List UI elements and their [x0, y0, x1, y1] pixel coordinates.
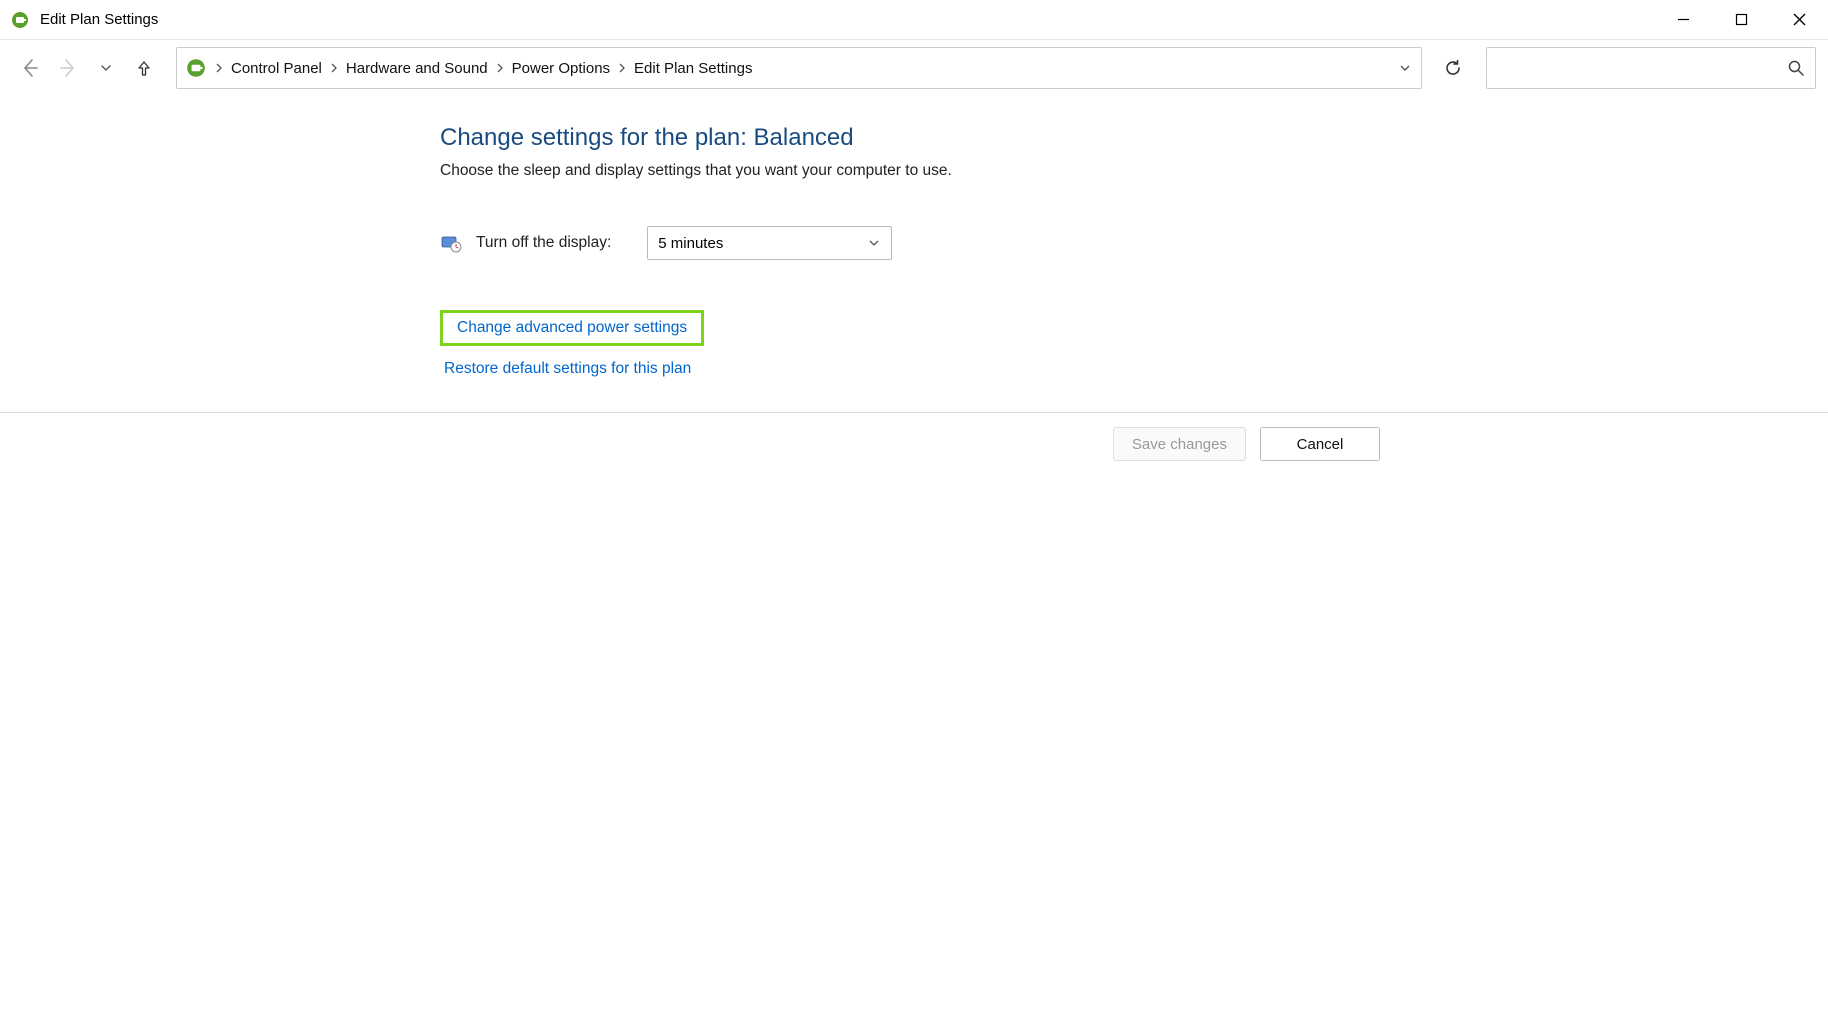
chevron-down-icon [867, 236, 881, 250]
breadcrumb-control-panel[interactable]: Control Panel [229, 56, 324, 81]
chevron-right-icon[interactable] [324, 58, 344, 78]
back-button[interactable] [12, 50, 48, 86]
advanced-link-highlight: Change advanced power settings [440, 310, 704, 346]
display-off-row: Turn off the display: 5 minutes [440, 226, 1340, 260]
cancel-button[interactable]: Cancel [1260, 427, 1380, 461]
change-advanced-link[interactable]: Change advanced power settings [453, 317, 691, 339]
minimize-button[interactable] [1654, 0, 1712, 39]
forward-button[interactable] [50, 50, 86, 86]
display-off-label: Turn off the display: [476, 234, 611, 252]
breadcrumb-edit-plan-settings[interactable]: Edit Plan Settings [632, 56, 754, 81]
title-bar: Edit Plan Settings [0, 0, 1828, 40]
breadcrumb-power-options[interactable]: Power Options [510, 56, 612, 81]
display-off-value: 5 minutes [658, 235, 723, 252]
address-history-button[interactable] [1389, 52, 1421, 84]
power-options-icon [10, 10, 30, 30]
content-area: Change settings for the plan: Balanced C… [0, 96, 1828, 475]
close-button[interactable] [1770, 0, 1828, 39]
chevron-right-icon[interactable] [612, 58, 632, 78]
refresh-button[interactable] [1432, 47, 1474, 89]
address-bar[interactable]: Control Panel Hardware and Sound Power O… [176, 47, 1422, 89]
control-panel-icon [185, 57, 207, 79]
save-changes-button[interactable]: Save changes [1113, 427, 1246, 461]
title-left: Edit Plan Settings [10, 10, 158, 30]
restore-defaults-link[interactable]: Restore default settings for this plan [440, 358, 695, 380]
up-button[interactable] [126, 50, 162, 86]
search-icon [1787, 59, 1805, 77]
search-box[interactable] [1486, 47, 1816, 89]
recent-locations-button[interactable] [88, 50, 124, 86]
page-title: Change settings for the plan: Balanced [440, 124, 1340, 152]
maximize-button[interactable] [1712, 0, 1770, 39]
page-subtitle: Choose the sleep and display settings th… [440, 162, 1340, 180]
display-off-select[interactable]: 5 minutes [647, 226, 892, 260]
chevron-right-icon[interactable] [209, 58, 229, 78]
nav-bar: Control Panel Hardware and Sound Power O… [0, 40, 1828, 96]
chevron-right-icon[interactable] [490, 58, 510, 78]
window-title: Edit Plan Settings [40, 11, 158, 28]
window-controls [1654, 0, 1828, 39]
breadcrumb-hardware-sound[interactable]: Hardware and Sound [344, 56, 490, 81]
footer-bar: Save changes Cancel [0, 412, 1828, 475]
display-clock-icon [440, 232, 462, 254]
links-section: Change advanced power settings Restore d… [440, 310, 1340, 380]
